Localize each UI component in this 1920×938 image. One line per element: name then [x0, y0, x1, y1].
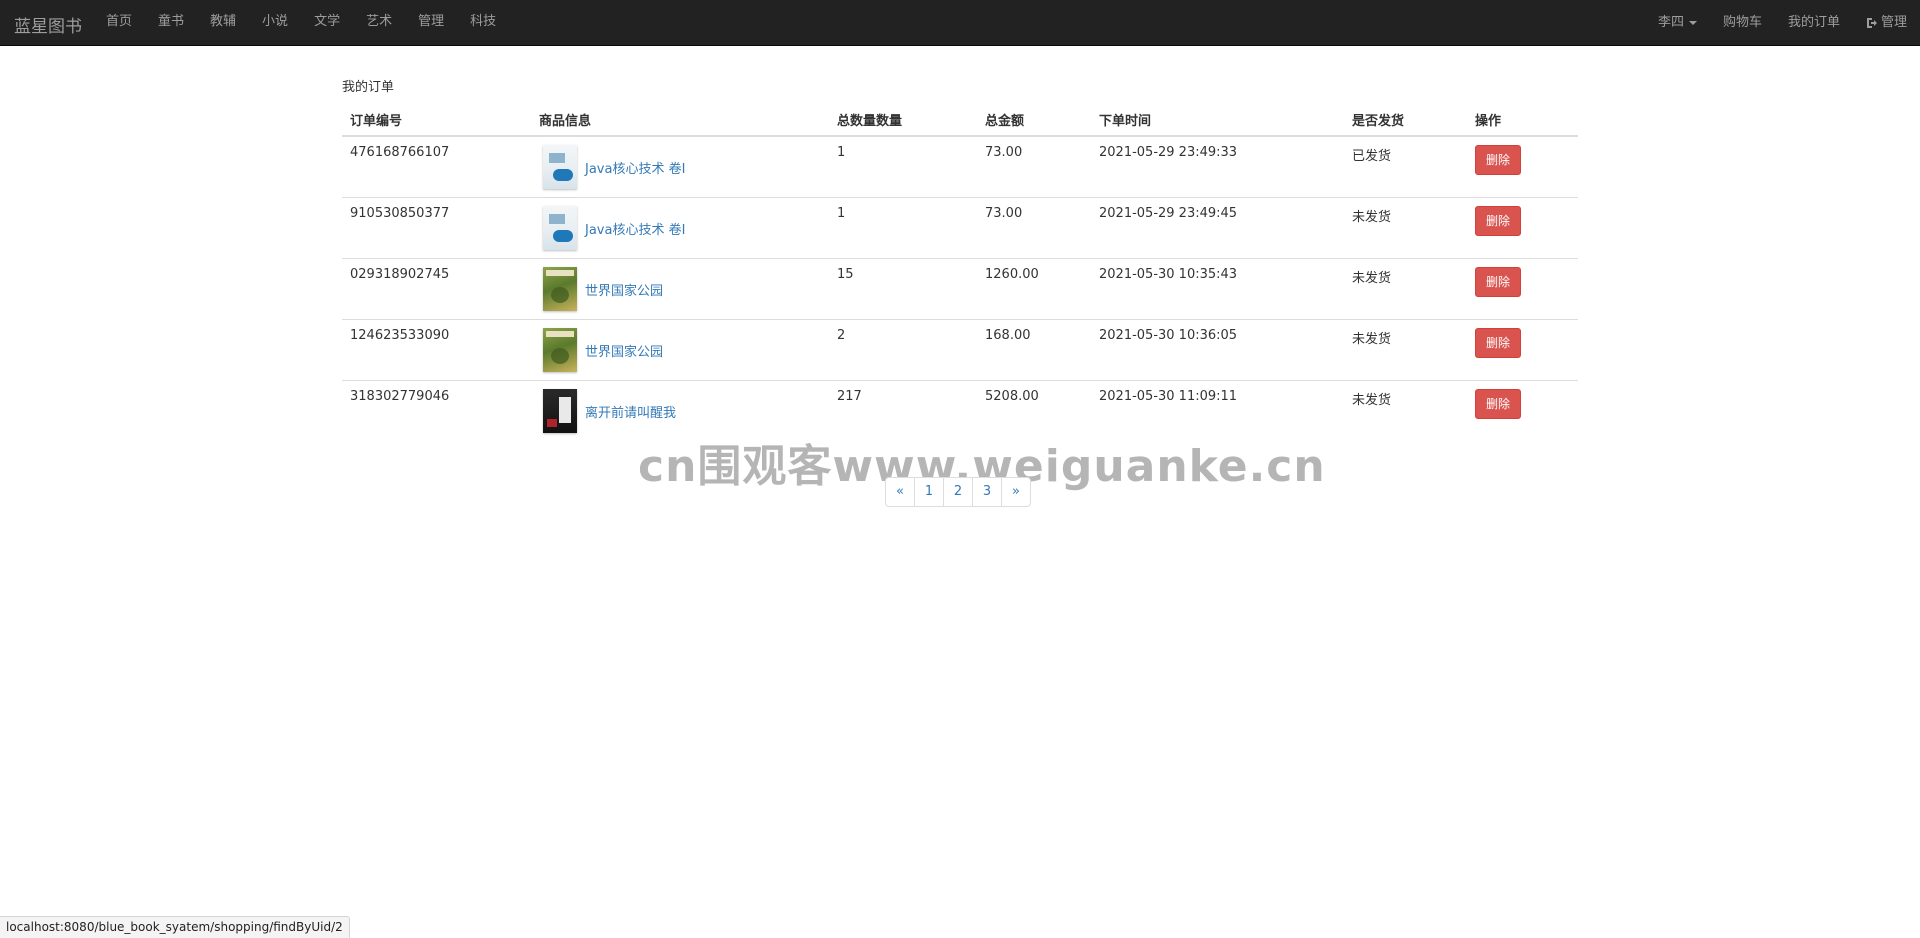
pagination: « 1 2 3 » — [885, 477, 1031, 507]
action-cell: 删除 — [1467, 197, 1578, 259]
shipped-status: 已发货 — [1352, 149, 1392, 164]
action-cell: 删除 — [1467, 258, 1578, 320]
col-amount: 总金额 — [977, 102, 1091, 137]
nav-home[interactable]: 首页 — [93, 0, 145, 45]
book-cover-image[interactable] — [543, 389, 577, 433]
amount: 73.00 — [985, 145, 1023, 160]
product-info: Java核心技术 卷I — [539, 145, 821, 189]
table-row: 124623533090 世界国家公园 2 168.00 2021-05-30 … — [342, 319, 1578, 381]
pagination-prev[interactable]: « — [885, 477, 915, 507]
shipped-status: 未发货 — [1344, 380, 1467, 441]
category-nav: 首页 童书 教辅 小说 文学 艺术 管理 科技 — [93, 0, 509, 45]
caret-down-icon — [1688, 20, 1697, 25]
amount: 1260.00 — [977, 258, 1091, 320]
col-quantity: 总数量数量 — [829, 102, 977, 137]
action-cell: 删除 — [1467, 380, 1578, 441]
nav-literature[interactable]: 文学 — [301, 0, 353, 45]
product-info: 世界国家公园 — [539, 267, 821, 311]
nav-management[interactable]: 管理 — [405, 0, 457, 45]
quantity: 2 — [829, 319, 977, 381]
col-order-time: 下单时间 — [1091, 102, 1344, 137]
col-action: 操作 — [1467, 102, 1578, 137]
pagination-page-3[interactable]: 3 — [972, 477, 1002, 507]
page-title: 我的订单 — [342, 80, 395, 95]
delete-button[interactable]: 删除 — [1475, 389, 1522, 419]
product-info: 世界国家公园 — [539, 328, 821, 372]
order-time: 2021-05-30 10:36:05 — [1091, 319, 1344, 381]
product-info: 离开前请叫醒我 — [539, 389, 821, 433]
nav-novels[interactable]: 小说 — [249, 0, 301, 45]
shipped-status: 未发货 — [1344, 258, 1467, 320]
delete-button[interactable]: 删除 — [1475, 267, 1522, 297]
book-cover-image[interactable] — [543, 206, 577, 250]
col-product: 商品信息 — [531, 102, 829, 137]
nav-tutoring[interactable]: 教辅 — [197, 0, 249, 45]
user-name: 李四 — [1657, 14, 1684, 30]
nav-children-books[interactable]: 童书 — [145, 0, 197, 45]
col-order-no: 订单编号 — [342, 102, 531, 137]
top-navbar: 蓝星图书 首页 童书 教辅 小说 文学 艺术 管理 科技 李四 购物车 我的订单… — [0, 0, 1920, 46]
nav-cart[interactable]: 购物车 — [1710, 0, 1775, 45]
pagination-page-2[interactable]: 2 — [943, 477, 973, 507]
order-no: 910530850377 — [342, 197, 531, 259]
delete-button[interactable]: 删除 — [1475, 145, 1522, 175]
delete-button[interactable]: 删除 — [1475, 206, 1522, 236]
action-cell: 删除 — [1467, 319, 1578, 381]
user-nav: 李四 购物车 我的订单 管理 — [1645, 0, 1920, 45]
action-cell: 删除 — [1467, 136, 1578, 198]
order-no: 476168766107 — [350, 145, 450, 160]
quantity: 15 — [829, 258, 977, 320]
admin-label: 管理 — [1880, 14, 1907, 30]
pagination-page-1[interactable]: 1 — [914, 477, 944, 507]
order-time: 2021-05-30 10:35:43 — [1091, 258, 1344, 320]
table-row: 476168766107 Java核心技术 卷I 1 73.00 2021-05… — [342, 136, 1578, 198]
logout-icon — [1866, 17, 1877, 28]
table-header-row: 订单编号 商品信息 总数量数量 总金额 下单时间 是否发货 操作 — [342, 102, 1578, 137]
pagination-next[interactable]: » — [1001, 477, 1031, 507]
book-cover-image[interactable] — [543, 145, 577, 189]
order-no: 029318902745 — [342, 258, 531, 320]
product-info: Java核心技术 卷I — [539, 206, 821, 250]
order-no: 124623533090 — [342, 319, 531, 381]
col-shipped: 是否发货 — [1344, 102, 1467, 137]
order-no: 318302779046 — [342, 380, 531, 441]
nav-technology[interactable]: 科技 — [457, 0, 509, 45]
book-cover-image[interactable] — [543, 328, 577, 372]
shipped-status: 未发货 — [1344, 319, 1467, 381]
delete-button[interactable]: 删除 — [1475, 328, 1522, 358]
user-dropdown[interactable]: 李四 — [1645, 0, 1710, 45]
quantity: 1 — [837, 145, 846, 160]
orders-table: 订单编号 商品信息 总数量数量 总金额 下单时间 是否发货 操作 4761687… — [342, 102, 1578, 441]
product-link[interactable]: Java核心技术 卷I — [585, 219, 685, 238]
product-link[interactable]: Java核心技术 卷I — [585, 158, 685, 177]
browser-status-url: localhost:8080/blue_book_syatem/shopping… — [0, 916, 350, 938]
product-cell: Java核心技术 卷I — [531, 197, 829, 259]
order-time: 2021-05-29 23:49:33 — [1099, 145, 1238, 160]
quantity: 1 — [829, 197, 977, 259]
nav-my-orders[interactable]: 我的订单 — [1775, 0, 1853, 45]
shipped-status: 未发货 — [1344, 197, 1467, 259]
order-time: 2021-05-29 23:49:45 — [1091, 197, 1344, 259]
product-cell: 世界国家公园 — [531, 258, 829, 320]
amount: 168.00 — [977, 319, 1091, 381]
product-link[interactable]: 世界国家公园 — [585, 341, 663, 360]
nav-admin[interactable]: 管理 — [1853, 0, 1920, 45]
amount: 73.00 — [977, 197, 1091, 259]
brand-logo[interactable]: 蓝星图书 — [14, 12, 82, 37]
table-row: 029318902745 世界国家公园 15 1260.00 2021-05-3… — [342, 258, 1578, 320]
table-row: 910530850377 Java核心技术 卷I 1 73.00 2021-05… — [342, 197, 1578, 259]
product-cell: Java核心技术 卷I — [531, 136, 829, 198]
book-cover-image[interactable] — [543, 267, 577, 311]
product-link[interactable]: 离开前请叫醒我 — [585, 402, 676, 421]
nav-art[interactable]: 艺术 — [353, 0, 405, 45]
orders-panel: 我的订单 订单编号 商品信息 总数量数量 总金额 下单时间 是否发货 操作 47… — [342, 78, 1578, 441]
product-cell: 世界国家公园 — [531, 319, 829, 381]
product-link[interactable]: 世界国家公园 — [585, 280, 663, 299]
